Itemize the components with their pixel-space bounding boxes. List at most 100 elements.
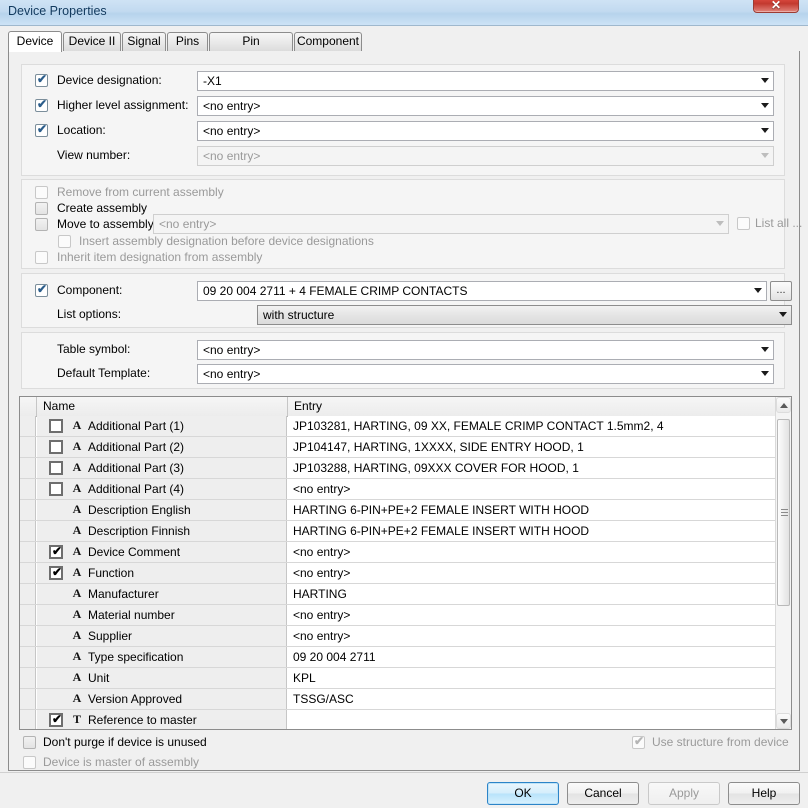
- row-selector-cell[interactable]: [20, 500, 36, 520]
- row-entry-cell[interactable]: <no entry>: [288, 479, 791, 499]
- tab-pins[interactable]: Pins: [167, 32, 208, 51]
- row-checkbox[interactable]: ✔: [49, 712, 63, 727]
- location-checkbox[interactable]: ✔: [35, 123, 48, 137]
- row-entry-cell[interactable]: HARTING 6-PIN+PE+2 FEMALE INSERT WITH HO…: [288, 500, 791, 520]
- attribute-type-icon: A: [72, 649, 82, 663]
- row-selector-cell[interactable]: [20, 542, 36, 562]
- row-selector-cell[interactable]: [20, 416, 36, 436]
- row-selector-cell[interactable]: [20, 668, 36, 688]
- row-name-cell[interactable]: A Type specification: [37, 647, 287, 667]
- properties-table[interactable]: Name Entry A Additional Part (1) JP103281,…: [19, 396, 792, 730]
- list-options-combo[interactable]: with structure: [257, 305, 792, 325]
- row-name-cell[interactable]: A Additional Part (1): [37, 416, 287, 436]
- row-name-cell[interactable]: A Description Finnish: [37, 521, 287, 541]
- scroll-up-button[interactable]: [776, 397, 791, 413]
- row-name-cell[interactable]: A Unit: [37, 668, 287, 688]
- row-selector-cell[interactable]: [20, 458, 36, 478]
- row-selector-cell[interactable]: [20, 479, 36, 499]
- table-row[interactable]: A Supplier <no entry>: [20, 626, 791, 647]
- row-name-cell[interactable]: A Supplier: [37, 626, 287, 646]
- row-entry-cell[interactable]: HARTING 6-PIN+PE+2 FEMALE INSERT WITH HO…: [288, 521, 791, 541]
- table-symbol-combo[interactable]: <no entry>: [197, 340, 774, 360]
- tab-device-ii[interactable]: Device II: [63, 32, 121, 51]
- higher-level-assignment-combo[interactable]: <no entry>: [197, 96, 774, 116]
- device-designation-checkbox[interactable]: ✔: [35, 73, 48, 87]
- move-to-assembly-checkbox[interactable]: [35, 218, 48, 231]
- scroll-thumb[interactable]: [777, 419, 790, 606]
- row-selector-cell[interactable]: [20, 605, 36, 625]
- tab-pin-assignment[interactable]: Pin Assignment: [209, 32, 293, 65]
- scroll-down-button[interactable]: [776, 713, 791, 729]
- row-entry-cell[interactable]: <no entry>: [288, 605, 791, 625]
- table-row[interactable]: ✔ T Reference to master: [20, 710, 791, 729]
- table-row[interactable]: A Description English HARTING 6-PIN+PE+2 F…: [20, 500, 791, 521]
- row-name-cell[interactable]: A Version Approved: [37, 689, 287, 709]
- default-template-combo[interactable]: <no entry>: [197, 364, 774, 384]
- row-entry-cell[interactable]: <no entry>: [288, 626, 791, 646]
- row-selector-cell[interactable]: [20, 563, 36, 583]
- ok-button[interactable]: OK: [487, 782, 559, 805]
- create-assembly-checkbox[interactable]: [35, 202, 48, 215]
- row-selector-cell[interactable]: [20, 584, 36, 604]
- row-entry-cell[interactable]: KPL: [288, 668, 791, 688]
- tab-device[interactable]: Device: [8, 31, 62, 52]
- table-header-name[interactable]: Name: [37, 397, 288, 416]
- table-row[interactable]: A Unit KPL: [20, 668, 791, 689]
- table-row[interactable]: A Additional Part (3) JP103288, HARTING, 0…: [20, 458, 791, 479]
- tab-signal[interactable]: Signal: [122, 32, 166, 51]
- row-name-cell[interactable]: A Additional Part (4): [37, 479, 287, 499]
- table-row[interactable]: A Additional Part (4) <no entry>: [20, 479, 791, 500]
- higher-level-assignment-checkbox[interactable]: ✔: [35, 98, 48, 112]
- row-checkbox[interactable]: ✔: [49, 544, 63, 559]
- table-row[interactable]: A Version Approved TSSG/ASC: [20, 689, 791, 710]
- row-selector-cell[interactable]: [20, 521, 36, 541]
- row-entry-cell[interactable]: JP103288, HARTING, 09XXX COVER FOR HOOD,…: [288, 458, 791, 478]
- dont-purge-checkbox[interactable]: [23, 736, 36, 749]
- row-name-cell[interactable]: ✔ A Function: [37, 563, 287, 583]
- table-row[interactable]: A Description Finnish HARTING 6-PIN+PE+2 F…: [20, 521, 791, 542]
- row-entry-cell[interactable]: 09 20 004 2711: [288, 647, 791, 667]
- table-row[interactable]: A Additional Part (1) JP103281, HARTING, 0…: [20, 416, 791, 437]
- row-entry-cell[interactable]: TSSG/ASC: [288, 689, 791, 709]
- row-selector-cell[interactable]: [20, 689, 36, 709]
- row-name-cell[interactable]: A Material number: [37, 605, 287, 625]
- table-row[interactable]: ✔ A Function <no entry>: [20, 563, 791, 584]
- row-selector-cell[interactable]: [20, 647, 36, 667]
- row-checkbox[interactable]: [49, 482, 63, 496]
- row-entry-cell[interactable]: <no entry>: [288, 563, 791, 583]
- row-entry-cell[interactable]: [288, 710, 791, 729]
- table-header-entry[interactable]: Entry: [288, 397, 776, 416]
- device-designation-combo[interactable]: -X1: [197, 71, 774, 91]
- table-row[interactable]: A Type specification 09 20 004 2711: [20, 647, 791, 668]
- row-entry-cell[interactable]: JP103281, HARTING, 09 XX, FEMALE CRIMP C…: [288, 416, 791, 436]
- row-selector-cell[interactable]: [20, 626, 36, 646]
- help-button[interactable]: Help: [728, 782, 800, 805]
- row-checkbox[interactable]: ✔: [49, 565, 63, 580]
- close-button[interactable]: ✕: [753, 0, 799, 13]
- row-name-cell[interactable]: A Additional Part (3): [37, 458, 287, 478]
- table-row[interactable]: A Additional Part (2) JP104147, HARTING, 1…: [20, 437, 791, 458]
- row-checkbox[interactable]: [49, 419, 63, 433]
- component-combo[interactable]: 09 20 004 2711 + 4 FEMALE CRIMP CONTACTS: [197, 281, 767, 301]
- tab-component[interactable]: Component: [294, 32, 362, 51]
- row-name-cell[interactable]: A Additional Part (2): [37, 437, 287, 457]
- component-browse-button[interactable]: ...: [770, 281, 792, 301]
- table-row[interactable]: A Material number <no entry>: [20, 605, 791, 626]
- row-name-cell[interactable]: ✔ T Reference to master: [37, 710, 287, 729]
- table-row[interactable]: ✔ A Device Comment <no entry>: [20, 542, 791, 563]
- row-name-cell[interactable]: ✔ A Device Comment: [37, 542, 287, 562]
- row-entry-cell[interactable]: HARTING: [288, 584, 791, 604]
- row-name-cell[interactable]: A Manufacturer: [37, 584, 287, 604]
- row-checkbox[interactable]: [49, 440, 63, 454]
- location-combo[interactable]: <no entry>: [197, 121, 774, 141]
- row-entry-cell[interactable]: <no entry>: [288, 542, 791, 562]
- row-name-cell[interactable]: A Description English: [37, 500, 287, 520]
- table-vertical-scrollbar[interactable]: [775, 397, 791, 729]
- row-selector-cell[interactable]: [20, 710, 36, 729]
- row-checkbox[interactable]: [49, 461, 63, 475]
- component-checkbox[interactable]: ✔: [35, 283, 48, 297]
- table-row[interactable]: A Manufacturer HARTING: [20, 584, 791, 605]
- row-selector-cell[interactable]: [20, 437, 36, 457]
- row-entry-cell[interactable]: JP104147, HARTING, 1XXXX, SIDE ENTRY HOO…: [288, 437, 791, 457]
- cancel-button[interactable]: Cancel: [567, 782, 639, 805]
